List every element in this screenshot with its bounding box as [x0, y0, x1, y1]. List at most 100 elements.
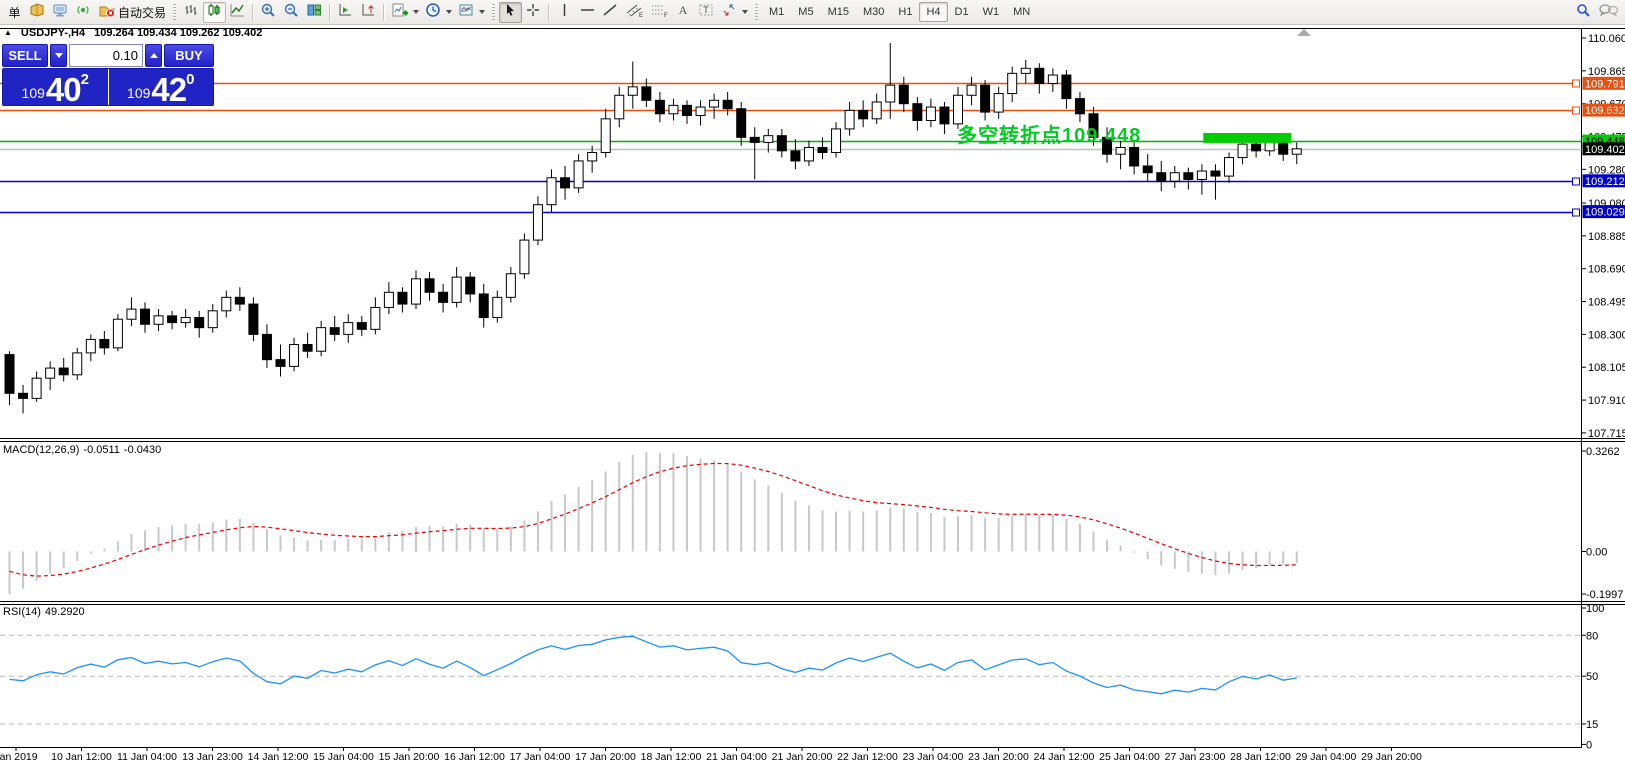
signals-button[interactable]	[72, 2, 95, 23]
chart-shift-marker[interactable]	[1297, 29, 1311, 36]
candle-body	[899, 85, 908, 104]
toolbar-grip[interactable]	[755, 4, 758, 20]
time-label: 29 Jan 20:00	[1361, 751, 1422, 763]
zoom-out-button[interactable]	[280, 2, 303, 23]
candle-body	[601, 119, 610, 153]
sell-price-prefix: 109	[22, 86, 45, 100]
candle-body	[357, 323, 366, 330]
horizontal-line-icon	[579, 2, 596, 23]
candle-body	[1170, 173, 1179, 181]
line-endpoint-marker[interactable]	[1573, 107, 1580, 114]
auto-scroll-button[interactable]	[334, 2, 357, 23]
timeframe-W1[interactable]: W1	[976, 2, 1007, 22]
volume-increase-button[interactable]	[145, 44, 162, 67]
tile-windows-button[interactable]	[303, 2, 326, 23]
bar-chart-button[interactable]	[180, 2, 203, 23]
timeframe-M1[interactable]: M1	[762, 2, 791, 22]
cursor-button[interactable]	[499, 2, 522, 23]
time-label: 17 Jan 04:00	[510, 751, 571, 763]
equidistant-channel-icon: E	[625, 2, 644, 23]
text-label-icon: T	[698, 2, 715, 23]
timeframe-M15[interactable]: M15	[821, 2, 856, 22]
periods-button[interactable]	[422, 2, 455, 23]
candle-body	[520, 240, 529, 274]
clock-icon	[425, 2, 442, 23]
text-label-button[interactable]: T	[695, 2, 718, 23]
candle-body	[777, 136, 786, 151]
line-chart-icon	[229, 2, 246, 23]
chart-shift-button[interactable]	[357, 2, 380, 23]
time-label: 25 Jan 04:00	[1099, 751, 1160, 763]
candle-body	[615, 95, 624, 119]
timeframe-M30[interactable]: M30	[856, 2, 891, 22]
channel-button[interactable]: E	[622, 2, 647, 23]
candle-body	[913, 104, 922, 121]
buy-button[interactable]: BUY	[164, 44, 214, 67]
candle-body	[791, 151, 800, 161]
candle-body	[1292, 149, 1301, 154]
journal-button[interactable]	[26, 2, 49, 23]
chat-button[interactable]	[1595, 2, 1622, 23]
chart-canvas[interactable]: 110.060109.865109.670109.475109.280109.0…	[0, 0, 1625, 773]
time-label: 27 Jan 23:00	[1165, 751, 1226, 763]
horizontal-line-button[interactable]	[576, 2, 599, 23]
candle-body	[683, 105, 692, 115]
buy-price[interactable]: 109420	[108, 69, 214, 105]
candle-body	[412, 279, 421, 304]
timeframe-group: M1M5M15M30H1H4D1W1MN	[762, 2, 1037, 22]
svg-text:F: F	[664, 13, 668, 18]
timeframe-D1[interactable]: D1	[948, 2, 976, 22]
line-chart-button[interactable]	[226, 2, 249, 23]
candle-body	[493, 297, 502, 317]
volume-input[interactable]	[69, 44, 143, 67]
vertical-line-icon	[557, 2, 572, 23]
candle-body	[994, 94, 1003, 113]
candle-body	[1075, 99, 1084, 114]
candle-body	[141, 309, 150, 324]
trendline-button[interactable]	[599, 2, 622, 23]
chart-text-annotation[interactable]: 多空转折点109.448	[957, 119, 1141, 148]
time-label: 18 Jan 12:00	[641, 751, 702, 763]
timeframe-MN[interactable]: MN	[1006, 2, 1037, 22]
toolbar-grip[interactable]	[173, 4, 176, 20]
sell-price[interactable]: 109402	[3, 69, 108, 105]
line-endpoint-marker[interactable]	[1573, 209, 1580, 216]
candle-body	[262, 334, 271, 359]
vertical-line-button[interactable]	[553, 2, 576, 23]
new-order-button[interactable]: 单	[3, 2, 26, 23]
candle-body	[723, 100, 732, 108]
time-label: 28 Jan 12:00	[1230, 751, 1291, 763]
text-button[interactable]: A	[672, 2, 695, 23]
volume-decrease-button[interactable]	[50, 44, 67, 67]
zoom-in-button[interactable]	[257, 2, 280, 23]
candle-body	[533, 205, 542, 240]
candle-body	[5, 355, 14, 394]
fibonacci-button[interactable]: F	[647, 2, 672, 23]
sell-button[interactable]: SELL	[2, 44, 48, 67]
candle-chart-button[interactable]	[203, 2, 226, 23]
templates-button[interactable]	[455, 2, 488, 23]
line-endpoint-marker[interactable]	[1573, 80, 1580, 87]
candle-body	[859, 110, 868, 118]
timeframe-M5[interactable]: M5	[791, 2, 820, 22]
highlight-rectangle[interactable]	[1203, 133, 1291, 143]
terminal-button[interactable]	[49, 2, 72, 23]
collapse-panel-icon[interactable]: ▲	[4, 29, 12, 37]
autotrade-label: 自动交易	[118, 4, 166, 21]
toolbar-grip[interactable]	[492, 4, 495, 20]
candle-body	[737, 109, 746, 138]
arrows-button[interactable]	[718, 2, 751, 23]
svg-text:A: A	[679, 3, 688, 17]
crosshair-button[interactable]	[522, 2, 545, 23]
search-button[interactable]	[1572, 2, 1595, 23]
line-endpoint-marker[interactable]	[1573, 178, 1580, 185]
rsi-scale-label: 15	[1586, 719, 1598, 731]
candle-body	[32, 378, 41, 398]
indicators-button[interactable]	[388, 2, 422, 23]
timeframe-H4[interactable]: H4	[919, 2, 947, 22]
timeframe-H1[interactable]: H1	[891, 2, 919, 22]
sell-price-pip: 2	[81, 72, 89, 87]
price-tick-label: 108.495	[1588, 297, 1625, 309]
time-label: 22 Jan 12:00	[837, 751, 898, 763]
autotrade-button[interactable]: 自动交易	[95, 2, 169, 23]
